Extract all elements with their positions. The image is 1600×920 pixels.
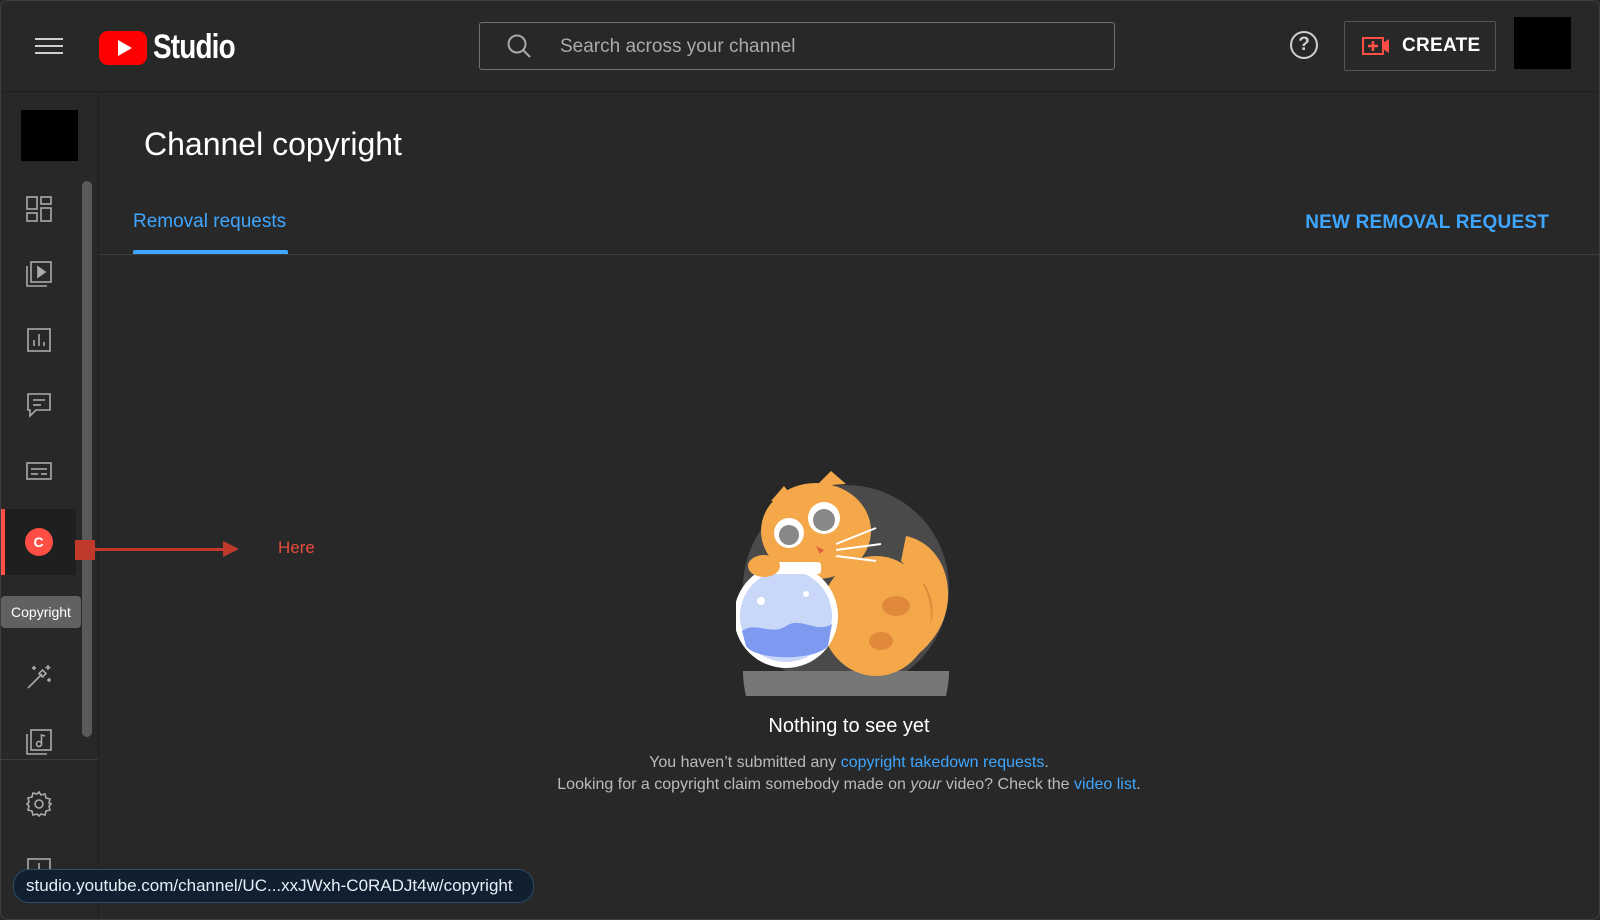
annotation-label: Here [278,538,315,557]
youtube-play-icon [99,30,147,65]
dashboard-icon [25,196,52,222]
copyright-takedown-requests-link[interactable]: copyright takedown requests [841,754,1045,771]
sidebar-item-content[interactable] [1,241,76,307]
create-button[interactable]: CREATE [1344,21,1496,71]
copyright-icon: C [24,528,53,556]
sidebar-item-audio-library[interactable] [1,709,76,775]
sidebar-scrollbar[interactable] [82,181,92,737]
logo-text: Studio [153,28,236,66]
empty-line2-middle: video? Check the [941,776,1075,793]
gear-icon [25,790,52,818]
empty-line1-prefix: You haven’t submitted any [649,754,841,771]
magic-wand-icon [26,665,51,689]
create-label: CREATE [1402,35,1481,56]
empty-state-title: Nothing to see yet [768,715,930,737]
search-icon[interactable] [506,33,532,59]
empty-line2-prefix: Looking for a copyright claim somebody m… [557,776,911,793]
studio-window: Studio ? CREATE [0,0,1600,920]
sidebar-item-analytics[interactable] [1,307,76,373]
account-avatar[interactable] [1514,17,1571,69]
annotation-arrow-line [95,548,225,551]
empty-line1-suffix: . [1044,754,1049,771]
new-removal-request-button[interactable]: NEW REMOVAL REQUEST [1305,212,1549,234]
sidebar-item-dashboard[interactable] [1,176,76,242]
annotation-marker [75,540,95,560]
empty-state-line-1: You haven’t submitted any copyright take… [401,754,1297,772]
empty-line2-suffix: . [1136,776,1141,793]
status-bar-url: studio.youtube.com/channel/UC...xxJWxh-C… [13,869,534,903]
empty-state-line-2: Looking for a copyright claim somebody m… [401,776,1297,794]
studio-logo[interactable]: Studio [99,28,253,67]
tabs-divider [99,254,1599,255]
channel-thumbnail[interactable] [21,110,78,161]
search-input[interactable] [558,31,1082,63]
audio-library-icon [25,729,52,755]
sidebar-item-copyright[interactable]: C [1,509,76,575]
sidebar-item-settings[interactable] [1,771,76,837]
sidebar-item-customization[interactable] [1,644,76,710]
video-library-icon [25,261,52,287]
analytics-icon [26,328,51,352]
help-icon[interactable]: ? [1290,31,1318,59]
page-title: Channel copyright [144,126,402,162]
subtitles-icon [25,462,52,480]
tab-removal-requests[interactable]: Removal requests [133,211,286,233]
video-plus-icon [1362,37,1389,55]
sidebar: C Copyright [1,91,99,919]
search-box[interactable] [479,22,1115,70]
copyright-tooltip: Copyright [1,596,81,628]
menu-icon[interactable] [35,33,63,57]
empty-line2-italic: your [910,776,942,793]
sidebar-item-comments[interactable] [1,372,76,438]
video-list-link[interactable]: video list [1074,776,1136,793]
annotation-arrow-head [223,541,239,557]
sidebar-item-subtitles[interactable] [1,438,76,504]
top-header: Studio ? CREATE [1,1,1599,91]
sidebar-divider [1,759,98,760]
cat-fishbowl-illustration [736,471,949,696]
comments-icon [26,393,51,418]
